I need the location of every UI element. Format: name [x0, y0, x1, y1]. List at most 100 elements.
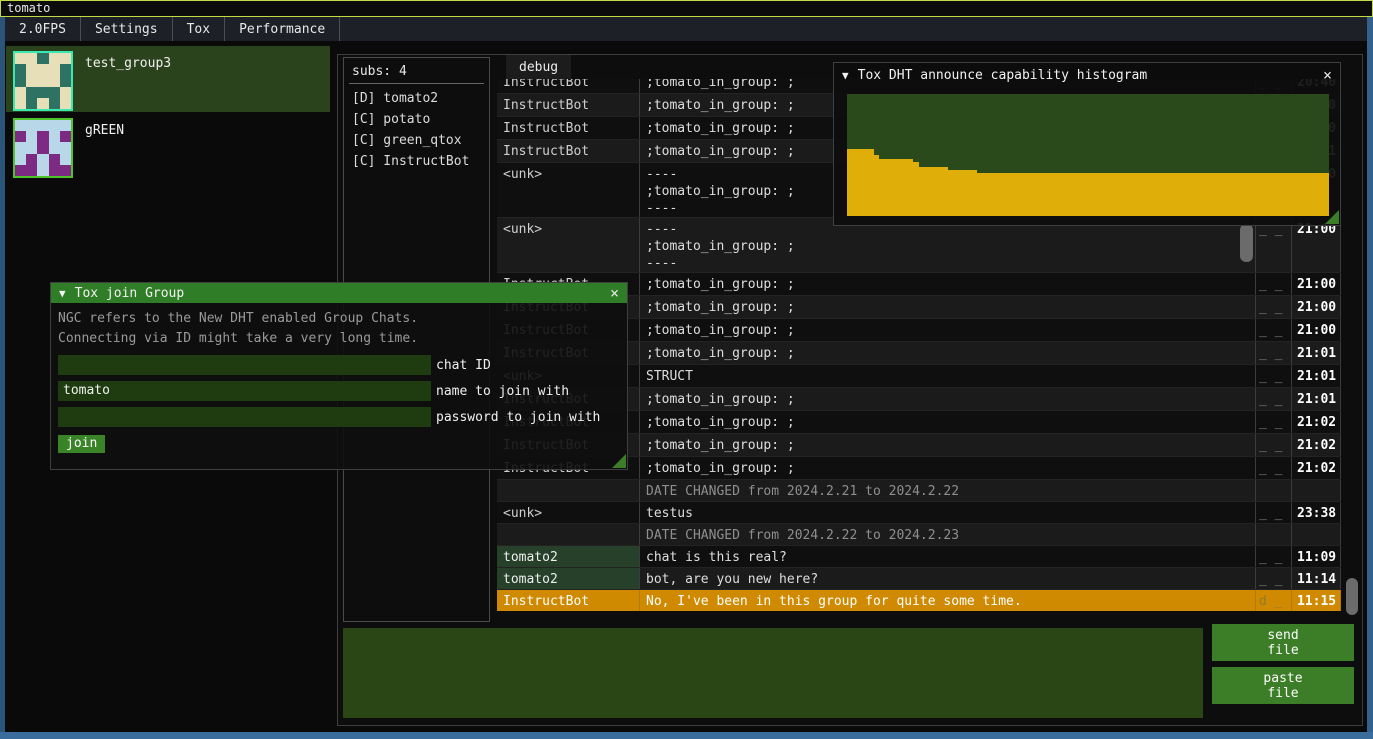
message-text: STRUCT: [640, 365, 1256, 387]
avatar-pixel: [49, 131, 60, 142]
avatar-pixel: [60, 87, 71, 98]
join-field-row: chat ID: [58, 355, 620, 375]
send-file-button[interactable]: send file: [1212, 624, 1354, 661]
avatar-pixel: [37, 98, 48, 109]
message-status: _ _: [1256, 502, 1292, 523]
chat-list-item-test_group3[interactable]: test_group3: [6, 46, 330, 112]
message-status: _ _: [1256, 296, 1292, 318]
message-sender: InstructBot: [497, 590, 640, 611]
avatar-pixel: [15, 75, 26, 86]
members-list: [D] tomato2[C] potato[C] green_qtox[C] I…: [344, 88, 489, 172]
member-list-item[interactable]: [C] InstructBot: [344, 151, 489, 172]
avatar-pixel: [15, 53, 26, 64]
message-text: testus: [640, 502, 1256, 523]
resize-grip[interactable]: [612, 454, 626, 468]
menu-item-settings[interactable]: Settings: [81, 17, 173, 41]
avatar-pixel: [26, 131, 37, 142]
histogram-bar-segment: [919, 167, 948, 216]
chat-message-row[interactable]: tomato2chat is this real?_ _11:09: [497, 545, 1341, 567]
avatar-pixel: [60, 75, 71, 86]
chat-scrollbar-thumb[interactable]: [1346, 578, 1358, 615]
avatar-pixel: [49, 165, 60, 176]
message-timestamp: 23:38: [1292, 502, 1341, 523]
chat-message-row[interactable]: tomato2bot, are you new here?_ _11:14: [497, 567, 1341, 589]
password-input[interactable]: [58, 407, 431, 427]
resize-grip[interactable]: [1325, 210, 1339, 224]
message-input[interactable]: [343, 628, 1203, 718]
message-text: DATE CHANGED from 2024.2.22 to 2024.2.23: [640, 524, 1256, 545]
message-text: ;tomato_in_group: ;: [640, 457, 1256, 479]
avatar-pixel: [26, 120, 37, 131]
join-field-label: name to join with: [436, 384, 569, 399]
message-status: _ _: [1256, 434, 1292, 456]
message-text: DATE CHANGED from 2024.2.21 to 2024.2.22: [640, 480, 1256, 501]
message-status: _ _: [1256, 218, 1292, 272]
message-timestamp: [1292, 524, 1341, 545]
message-status: [1256, 480, 1292, 501]
chat-list-item-gREEN[interactable]: gREEN: [6, 113, 330, 179]
close-icon[interactable]: ×: [610, 286, 619, 301]
menu-item-tox[interactable]: Tox: [173, 17, 225, 41]
close-icon[interactable]: ×: [1323, 68, 1332, 83]
avatar-pixel: [49, 154, 60, 165]
tab-debug[interactable]: debug: [506, 55, 571, 79]
member-list-item[interactable]: [D] tomato2: [344, 88, 489, 109]
avatar-pixel: [60, 165, 71, 176]
message-timestamp: 21:02: [1292, 434, 1341, 456]
message-status: _ _: [1256, 319, 1292, 341]
avatar-pixel: [60, 53, 71, 64]
message-text: ;tomato_in_group: ;: [640, 273, 1256, 295]
message-timestamp: 21:01: [1292, 342, 1341, 364]
join-button[interactable]: join: [58, 435, 105, 453]
paste-file-button[interactable]: paste file: [1212, 667, 1354, 704]
join-group-titlebar[interactable]: ▼ Tox join Group ×: [51, 283, 627, 303]
dht-histogram-plot: [847, 94, 1329, 216]
avatar-pixel: [49, 142, 60, 153]
avatar-pixel: [60, 142, 71, 153]
members-separator: [349, 83, 484, 84]
message-timestamp: 21:02: [1292, 411, 1341, 433]
message-status: [1256, 524, 1292, 545]
window-titlebar[interactable]: tomato: [0, 0, 1373, 17]
message-timestamp: 21:01: [1292, 388, 1341, 410]
dht-histogram-title: Tox DHT announce capability histogram: [858, 68, 1148, 83]
message-sender: [497, 480, 640, 501]
avatar-pixel: [15, 98, 26, 109]
member-list-item[interactable]: [C] green_qtox: [344, 130, 489, 151]
join-field-row: tomato name to join with: [58, 381, 620, 401]
tab-debug-label: debug: [519, 60, 558, 75]
join-fields: chat ID tomato name to join with password t…: [58, 355, 620, 427]
collapse-arrow-icon[interactable]: ▼: [842, 69, 849, 82]
dht-histogram-window: ▼ Tox DHT announce capability histogram …: [833, 62, 1341, 226]
chat-id-input[interactable]: [58, 355, 431, 375]
avatar-pixel: [15, 64, 26, 75]
chat-inner-scrollbar-thumb[interactable]: [1240, 224, 1253, 262]
message-timestamp: 11:09: [1292, 546, 1341, 567]
histogram-bar-segment: [977, 173, 1329, 216]
member-list-item[interactable]: [C] potato: [344, 109, 489, 130]
join-info-line: Connecting via ID might take a very long…: [58, 329, 620, 349]
avatar-pixel: [37, 87, 48, 98]
message-sender: tomato2: [497, 568, 640, 589]
message-text: ;tomato_in_group: ;: [640, 388, 1256, 410]
message-timestamp: 21:00: [1292, 296, 1341, 318]
chat-message-row[interactable]: <unk>testus_ _23:38: [497, 501, 1341, 523]
join-field-label: password to join with: [436, 410, 600, 425]
dht-histogram-titlebar[interactable]: ▼ Tox DHT announce capability histogram …: [834, 63, 1340, 88]
menu-item-performance[interactable]: Performance: [225, 17, 340, 41]
join-group-title: Tox join Group: [75, 286, 185, 301]
avatar-pixel: [15, 131, 26, 142]
name-input[interactable]: tomato: [58, 381, 431, 401]
app-window: tomato 2.0FPSSettingsToxPerformance test…: [0, 0, 1373, 739]
collapse-arrow-icon[interactable]: ▼: [59, 287, 66, 300]
message-text: ;tomato_in_group: ;: [640, 296, 1256, 318]
message-timestamp: 21:01: [1292, 365, 1341, 387]
avatar-pixel: [26, 142, 37, 153]
menu-bar: 2.0FPSSettingsToxPerformance: [5, 17, 1367, 41]
avatar-pixel: [26, 154, 37, 165]
join-group-body: NGC refers to the New DHT enabled Group …: [51, 303, 627, 453]
avatar: [13, 51, 73, 111]
chat-message-row[interactable]: InstructBotNo, I've been in this group f…: [497, 589, 1341, 611]
message-text: ----;tomato_in_group: ;----: [640, 218, 1256, 272]
avatar-pixel: [49, 53, 60, 64]
